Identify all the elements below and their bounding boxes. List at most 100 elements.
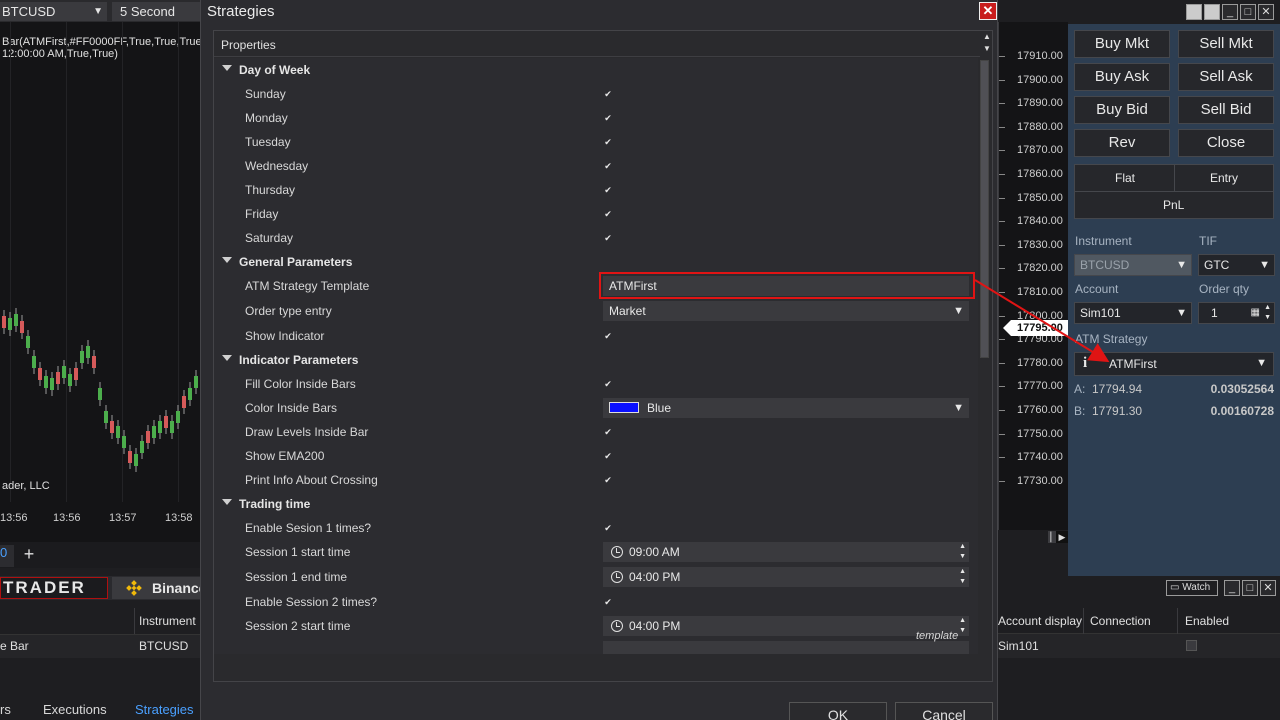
tab-executions[interactable]: Executions [43,702,107,717]
bid-price: 17791.30 [1092,404,1143,418]
stepper-arrows-icon[interactable]: ▲ ▼ [959,567,966,587]
window-option-icon[interactable] [1186,4,1202,20]
chevron-down-icon: ▼ [953,305,964,317]
property-checkbox[interactable]: ✔ [603,379,613,389]
property-label: Fill Color Inside Bars [245,377,356,391]
chart-area[interactable]: Bar(ATMFirst,#FF0000FF,True,True,True,T … [0,22,200,542]
minimize-icon[interactable]: _ [1222,4,1238,20]
buy-bid-button[interactable]: Buy Bid [1074,96,1170,124]
ok-button[interactable]: OK [789,702,887,720]
property-checkbox[interactable]: ✔ [603,523,613,533]
price-axis[interactable]: 17910.00 17900.00 17890.00 17880.00 17870.00… [998,22,1068,542]
property-checkbox[interactable]: ✔ [603,427,613,437]
stepper-arrows-icon[interactable]: ▲ ▼ [959,616,966,636]
axis-tick [999,150,1005,152]
column-header-instrument[interactable]: Instrument [134,608,204,634]
tab-strategies[interactable]: Strategies [135,702,194,717]
property-checkbox[interactable]: ✔ [603,597,613,607]
property-checkbox[interactable]: ✔ [603,113,613,123]
tif-select[interactable]: GTC ▼ [1198,254,1275,276]
template-link[interactable]: template [916,630,958,642]
cancel-button[interactable]: Cancel [895,702,993,720]
column-header-account-display[interactable]: Account display [998,614,1082,628]
field-value: Blue [647,401,672,415]
maximize-icon[interactable]: □ [1240,4,1256,20]
color-swatch [609,402,639,414]
sell-bid-button[interactable]: Sell Bid [1178,96,1274,124]
info-icon[interactable]: i [1083,355,1087,372]
time-label: 13:56 [53,512,81,524]
order-qty-label: Order qty [1199,282,1250,296]
sort-arrows-icon[interactable]: ▲ ▼ [980,31,994,57]
sell-market-button[interactable]: Sell Mkt [1178,30,1274,58]
axis-tick [999,79,1005,81]
color-select[interactable]: Blue ▼ [603,398,969,418]
order-type-select[interactable]: Market ▼ [603,301,969,321]
category-general-parameters[interactable]: General Parameters [214,250,980,274]
candle-body [14,314,18,326]
property-checkbox[interactable]: ✔ [603,331,613,341]
category-indicator-parameters[interactable]: Indicator Parameters [214,348,980,372]
collapse-icon[interactable] [222,65,232,71]
maximize-icon[interactable]: □ [1242,580,1258,596]
column-header-enabled[interactable]: Enabled [1185,614,1229,628]
property-checkbox[interactable]: ✔ [603,209,613,219]
add-tab-button[interactable]: + [18,544,40,566]
collapse-icon[interactable] [222,355,232,361]
property-row: Show Indicator ✔ [214,324,980,348]
watch-button[interactable]: ▭ Watch [1166,580,1218,596]
close-icon[interactable]: ✕ [1258,4,1274,20]
stepper-arrows-icon[interactable]: ▲ ▼ [959,542,966,562]
scroll-right-icon[interactable]: ▶ [1056,531,1068,543]
reverse-button[interactable]: Rev [1074,129,1170,157]
enabled-checkbox[interactable] [1186,640,1197,651]
tab-chart[interactable]: 0 [0,545,14,567]
axis-tick [999,457,1005,459]
close-icon[interactable]: ✕ [1260,580,1276,596]
property-grid-scrollbar[interactable] [978,58,992,654]
property-checkbox[interactable]: ✔ [603,451,613,461]
property-checkbox[interactable]: ✔ [603,89,613,99]
candle-body [26,336,30,348]
time-picker[interactable]: 04:00 PM ▲ ▼ [603,567,969,587]
account-select[interactable]: Sim101 ▼ [1074,302,1192,324]
property-checkbox[interactable]: ✔ [603,475,613,485]
row-strategy-name: e Bar [0,639,29,653]
buy-ask-button[interactable]: Buy Ask [1074,63,1170,91]
property-checkbox[interactable]: ✔ [603,137,613,147]
binance-connection-tab[interactable]: Binance [112,577,206,599]
time-picker[interactable]: 04:00 PM ▲ ▼ [603,616,969,636]
category-day-of-week[interactable]: Day of Week [214,58,980,82]
atm-strategy-select[interactable]: i ATMFirst ▼ [1074,352,1274,376]
close-position-button[interactable]: Close [1178,129,1274,157]
buy-market-button[interactable]: Buy Mkt [1074,30,1170,58]
tab-orders[interactable]: rs [0,702,11,717]
sell-ask-button[interactable]: Sell Ask [1178,63,1274,91]
properties-header: Properties [214,31,980,57]
axis-scrollbar[interactable]: ▏ ▶ [998,530,1068,544]
stepper-arrows-icon[interactable]: ▲ ▼ [1264,303,1271,323]
calculator-icon[interactable]: ▦ [1251,303,1260,323]
collapse-icon[interactable] [222,499,232,505]
instrument-select[interactable]: BTCUSD ▼ [0,2,107,21]
time-picker[interactable]: 09:00 AM ▲ ▼ [603,542,969,562]
property-checkbox[interactable]: ✔ [603,233,613,243]
chart-toolbar: BTCUSD ▼ 5 Second [0,0,200,22]
property-checkbox[interactable]: ✔ [603,161,613,171]
minimize-icon[interactable]: _ [1224,580,1240,596]
time-picker[interactable] [603,641,969,654]
bottom-tabs: rs Executions Strategies [0,698,200,720]
collapse-icon[interactable] [222,257,232,263]
category-trading-time[interactable]: Trading time [214,492,980,516]
window-option-icon[interactable] [1204,4,1220,20]
order-qty-stepper[interactable]: 1 ▦ ▲ ▼ [1198,302,1275,324]
period-select[interactable]: 5 Second [112,2,200,21]
ask-label: A: [1074,382,1086,396]
table-row[interactable]: e Bar BTCUSD [0,634,200,658]
property-checkbox[interactable]: ✔ [603,185,613,195]
scrollbar-thumb[interactable] [980,60,989,358]
column-header-connection[interactable]: Connection [1090,614,1151,628]
close-icon[interactable]: ✕ [979,2,997,20]
candle-body [194,376,198,388]
table-row[interactable]: Sim101 [998,634,1280,658]
